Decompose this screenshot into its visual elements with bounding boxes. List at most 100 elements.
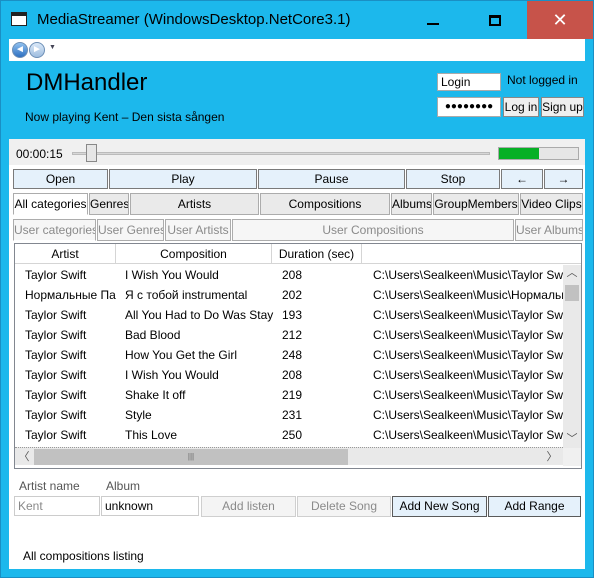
table-row[interactable]: Taylor Swift I Wish You Would 208 C:\Users\…: [15, 265, 563, 285]
tab-genres[interactable]: Genres: [89, 193, 129, 215]
add-new-song-button[interactable]: Add New Song: [392, 496, 487, 517]
cell-artist: Taylor Swift: [25, 388, 87, 402]
cell-composition: Style: [125, 408, 152, 422]
cell-composition: All You Had to Do Was Stay: [125, 308, 274, 322]
category-tabs: All categories Genres Artists Compositio…: [13, 193, 583, 215]
tab-user-albums[interactable]: User Albums: [515, 219, 583, 241]
tab-all-categories[interactable]: All categories: [13, 193, 88, 215]
cell-composition: I Wish You Would: [125, 368, 219, 382]
status-bar: All compositions listing: [9, 539, 585, 569]
back-button[interactable]: ◄: [12, 42, 28, 58]
table-row[interactable]: Нормальные Па Я с тобой instrumental 202 C:…: [15, 285, 563, 305]
seek-slider-track[interactable]: [72, 152, 490, 155]
horizontal-scrollbar[interactable]: 〈 ||| 〉: [15, 447, 563, 465]
cell-artist: Taylor Swift: [25, 268, 87, 282]
sign-up-button[interactable]: Sign up: [541, 97, 584, 117]
cell-composition: I Wish You Would: [125, 268, 219, 282]
add-listen-button[interactable]: Add listen: [201, 496, 296, 517]
stop-button[interactable]: Stop: [406, 169, 500, 189]
table-row[interactable]: Taylor Swift This Love 250 C:\Users\Sealkee…: [15, 425, 563, 445]
minimize-button[interactable]: [410, 1, 455, 39]
open-button[interactable]: Open: [13, 169, 108, 189]
cell-duration: 193: [282, 308, 303, 322]
scroll-down-icon[interactable]: ﹀: [563, 431, 581, 448]
tab-compositions[interactable]: Compositions: [260, 193, 390, 215]
table-row[interactable]: Taylor Swift All You Had to Do Was Stay 19…: [15, 305, 563, 325]
cell-file-path: C:\Users\Sealkeen\Music\Taylor Swi: [373, 408, 563, 422]
cell-duration: 208: [282, 368, 303, 382]
cell-artist: Taylor Swift: [25, 348, 87, 362]
cell-file-path: C:\Users\Sealkeen\Music\Taylor Swi: [373, 268, 563, 282]
close-button[interactable]: ✕: [527, 1, 593, 39]
tab-user-genres[interactable]: User Genres: [97, 219, 164, 241]
close-icon: ✕: [552, 9, 568, 30]
playback-bar: 00:00:15: [9, 139, 585, 165]
table-row[interactable]: Taylor Swift Style 231 C:\Users\Sealkeen\Mu…: [15, 405, 563, 425]
cell-artist: Taylor Swift: [25, 428, 87, 442]
scroll-left-icon[interactable]: 〈: [15, 448, 33, 466]
vertical-scrollbar[interactable]: ︿ ﹀: [563, 265, 581, 448]
table-row[interactable]: Taylor Swift How You Get the Girl 248 C:\Us…: [15, 345, 563, 365]
artist-name-field[interactable]: Kent: [14, 496, 100, 516]
album-label: Album: [106, 479, 141, 493]
tab-user-categories[interactable]: User categories: [13, 219, 96, 241]
scrollbar-corner: [563, 448, 581, 466]
next-button[interactable]: →: [544, 169, 583, 189]
previous-button[interactable]: ←: [501, 169, 543, 189]
scroll-up-icon[interactable]: ︿: [563, 265, 581, 282]
tab-artists[interactable]: Artists: [130, 193, 259, 215]
cell-artist: Taylor Swift: [25, 368, 87, 382]
cell-composition: This Love: [125, 428, 178, 442]
table-row[interactable]: Taylor Swift I Wish You Would 208 C:\Users\…: [15, 365, 563, 385]
seek-slider-thumb[interactable]: [86, 144, 97, 162]
pause-button[interactable]: Pause: [258, 169, 405, 189]
forward-button[interactable]: ►: [29, 42, 45, 58]
maximize-button[interactable]: [472, 1, 517, 39]
password-field[interactable]: ●●●●●●●●: [437, 97, 501, 117]
main-content: 00:00:15 Open Play Pause Stop ← → All ca…: [9, 139, 585, 539]
player-controls: Open Play Pause Stop ← →: [13, 169, 583, 189]
cell-duration: 219: [282, 388, 303, 402]
horizontal-scroll-thumb[interactable]: |||: [34, 449, 348, 465]
cell-duration: 248: [282, 348, 303, 362]
app-header: DMHandler Now playing Kent – Den sista s…: [9, 61, 585, 139]
vertical-scroll-thumb[interactable]: [565, 285, 579, 301]
app-title: DMHandler: [26, 69, 148, 96]
cell-artist: Taylor Swift: [25, 408, 87, 422]
history-dropdown-icon[interactable]: ▼: [49, 44, 56, 51]
compositions-grid[interactable]: Artist Composition Duration (sec) Taylor…: [14, 243, 582, 469]
cell-file-path: C:\Users\Sealkeen\Music\Taylor Swi: [373, 388, 563, 402]
forward-arrow-icon: ►: [32, 44, 42, 55]
cell-duration: 250: [282, 428, 303, 442]
delete-song-button[interactable]: Delete Song: [297, 496, 391, 517]
cell-duration: 231: [282, 408, 303, 422]
tab-user-compositions[interactable]: User Compositions: [232, 219, 514, 241]
column-header-composition[interactable]: Composition: [116, 244, 272, 264]
tab-user-artists[interactable]: User Artists: [165, 219, 231, 241]
table-row[interactable]: Taylor Swift Bad Blood 212 C:\Users\Sealkee…: [15, 325, 563, 345]
title-bar[interactable]: MediaStreamer (WindowsDesktop.NetCore3.1…: [1, 1, 593, 39]
scroll-right-icon[interactable]: 〉: [543, 448, 561, 466]
user-category-tabs: User categories User Genres User Artists…: [13, 219, 583, 241]
minimize-icon: [426, 23, 439, 25]
table-row[interactable]: Taylor Swift Shake It off 219 C:\Users\Seal…: [15, 385, 563, 405]
artist-name-label: Artist name: [19, 479, 80, 493]
maximize-icon: [488, 14, 501, 26]
back-arrow-icon: ◄: [15, 44, 25, 55]
log-in-button[interactable]: Log in: [503, 97, 539, 117]
album-field[interactable]: unknown: [101, 496, 199, 516]
cell-file-path: C:\Users\Sealkeen\Music\Taylor Swi: [373, 368, 563, 382]
play-button[interactable]: Play: [109, 169, 257, 189]
tab-group-members[interactable]: GroupMembers: [433, 193, 519, 215]
volume-bar[interactable]: [498, 147, 579, 160]
column-header-duration[interactable]: Duration (sec): [272, 244, 362, 264]
column-header-artist[interactable]: Artist: [15, 244, 116, 264]
login-field[interactable]: Login: [437, 73, 501, 91]
tab-video-clips[interactable]: Video Clips: [520, 193, 583, 215]
cell-composition: Bad Blood: [125, 328, 181, 342]
cell-file-path: C:\Users\Sealkeen\Music\Taylor Swi: [373, 348, 563, 362]
add-range-button[interactable]: Add Range: [488, 496, 581, 517]
tab-albums[interactable]: Albums: [391, 193, 432, 215]
cell-file-path: C:\Users\Sealkeen\Music\Нормальн: [373, 288, 563, 302]
cell-artist: Taylor Swift: [25, 328, 87, 342]
